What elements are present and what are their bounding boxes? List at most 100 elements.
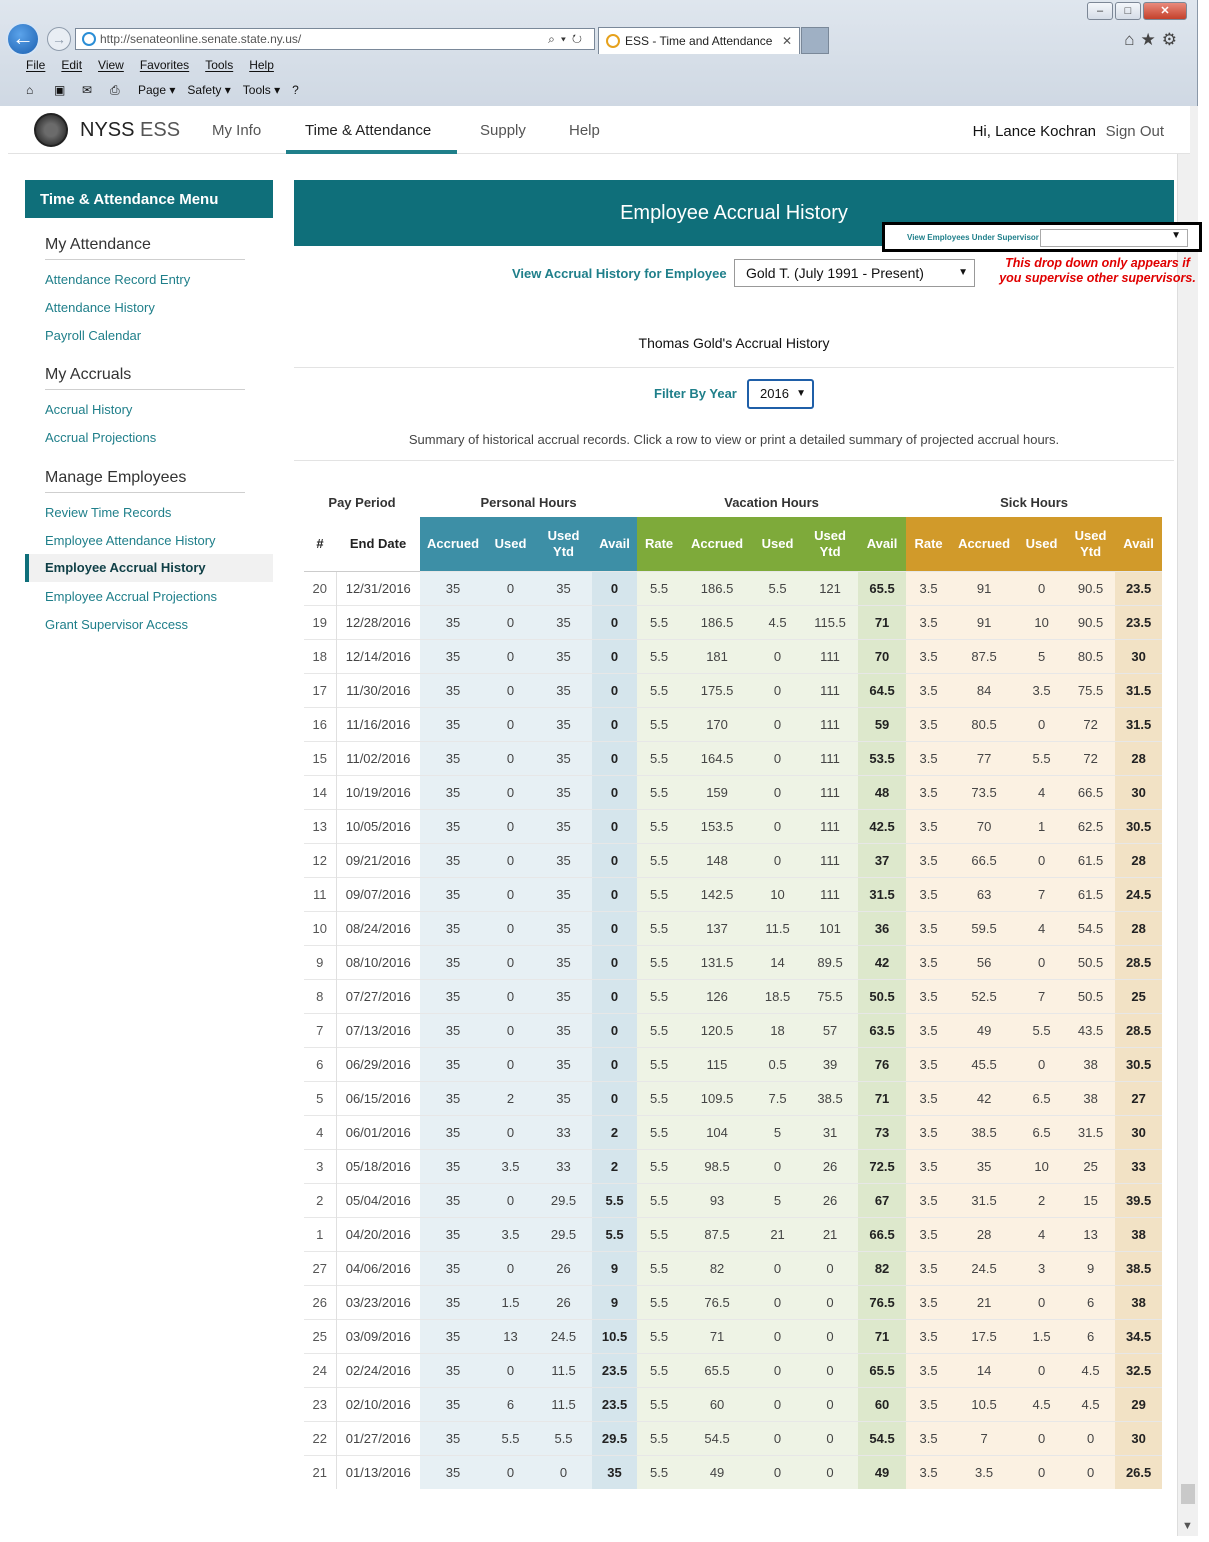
sidebar-item-payroll-calendar[interactable]: Payroll Calendar <box>45 328 141 343</box>
scroll-down-icon[interactable]: ▼ <box>1182 1520 1193 1532</box>
table-cell: 0 <box>486 1251 536 1285</box>
back-arrow-icon[interactable]: ← <box>6 22 40 56</box>
scrollbar-thumb[interactable] <box>1181 1484 1195 1504</box>
sidebar-item-review-time-records[interactable]: Review Time Records <box>45 505 171 520</box>
table-cell: 164.5 <box>681 741 754 775</box>
app-brand[interactable]: NYSS ESS <box>80 119 180 142</box>
nav-help[interactable]: Help <box>569 122 600 139</box>
table-cell: 0 <box>486 605 536 639</box>
menu-view[interactable]: View <box>98 58 124 72</box>
table-row[interactable]: 8 07/27/2016 35 0 35 0 5.5 126 18.5 75.5 50.5 3.5 52… <box>304 979 1163 1013</box>
supervisor-select-callout: View Employees Under Supervisor ▼ <box>882 222 1202 252</box>
new-tab-button[interactable] <box>801 27 829 54</box>
mail-icon[interactable]: ✉ <box>82 83 98 97</box>
table-row[interactable]: 23 02/10/2016 35 6 11.5 23.5 5.5 60 0 0 60 3.5 10.5 4… <box>304 1387 1163 1421</box>
forward-arrow-icon[interactable]: → <box>47 27 71 51</box>
table-row[interactable]: 17 11/30/2016 35 0 35 0 5.5 175.5 0 111 64.5 3.5 84 3… <box>304 673 1163 707</box>
menu-tools[interactable]: Tools <box>205 58 233 72</box>
sidebar-item-attendance-record-entry[interactable]: Attendance Record Entry <box>45 272 190 287</box>
table-cell: 3.5 <box>1017 673 1067 707</box>
card-title: Thomas Gold's Accrual History <box>294 319 1174 368</box>
table-row[interactable]: 26 03/23/2016 35 1.5 26 9 5.5 76.5 0 0 76.5 3.5 21 0 6… <box>304 1285 1163 1319</box>
table-row[interactable]: 16 11/16/2016 35 0 35 0 5.5 170 0 111 59 3.5 80.5 0 72… <box>304 707 1163 741</box>
table-cell: 3.5 <box>906 1149 952 1183</box>
column-header: Rate <box>906 517 952 571</box>
year-select[interactable]: 2016 ▼ <box>747 379 814 409</box>
sidebar-item-employee-accrual-projections[interactable]: Employee Accrual Projections <box>45 589 217 604</box>
cmd-page[interactable]: Page ▾ <box>138 83 175 97</box>
sidebar-item-grant-supervisor-access[interactable]: Grant Supervisor Access <box>45 617 188 632</box>
tab-close-icon[interactable]: ✕ <box>782 28 792 54</box>
table-row[interactable]: 21 01/13/2016 35 0 0 35 5.5 49 0 0 49 3.5 3.5 0 0 26.5 <box>304 1455 1163 1489</box>
table-row[interactable]: 20 12/31/2016 35 0 35 0 5.5 186.5 5.5 121 65.5 3.5 9… <box>304 571 1163 605</box>
address-bar[interactable]: http://senateonline.senate.state.ny.us/ … <box>75 28 595 50</box>
home-icon[interactable]: ⌂ <box>26 83 42 97</box>
table-cell: 35 <box>535 1081 593 1115</box>
table-row[interactable]: 7 07/13/2016 35 0 35 0 5.5 120.5 18 57 63.5 3.5 49 5.… <box>304 1013 1163 1047</box>
table-row[interactable]: 12 09/21/2016 35 0 35 0 5.5 148 0 111 37 3.5 66.5 0 61… <box>304 843 1163 877</box>
table-cell: 38.5 <box>1115 1251 1163 1285</box>
table-cell: 0 <box>592 707 638 741</box>
table-cell: 186.5 <box>681 571 754 605</box>
table-row[interactable]: 11 09/07/2016 35 0 35 0 5.5 142.5 10 111 31.5 3.5 63… <box>304 877 1163 911</box>
table-cell: 35 <box>535 911 593 945</box>
table-row[interactable]: 15 11/02/2016 35 0 35 0 5.5 164.5 0 111 53.5 3.5 77 5… <box>304 741 1163 775</box>
sidebar-item-attendance-history[interactable]: Attendance History <box>45 300 155 315</box>
menu-favorites[interactable]: Favorites <box>140 58 189 72</box>
table-cell: 5.5 <box>637 1149 682 1183</box>
table-row[interactable]: 27 04/06/2016 35 0 26 9 5.5 82 0 0 82 3.5 24.5 3 9 38.5 <box>304 1251 1163 1285</box>
sidebar-item-employee-accrual-history[interactable]: Employee Accrual History <box>25 554 273 582</box>
help-icon[interactable]: ? <box>292 83 308 97</box>
table-cell: 30 <box>1115 775 1163 809</box>
nav-supply[interactable]: Supply <box>480 122 526 139</box>
sidebar-item-accrual-projections[interactable]: Accrual Projections <box>45 430 156 445</box>
sidebar-item-accrual-history[interactable]: Accrual History <box>45 402 132 417</box>
maximize-icon[interactable]: □ <box>1115 2 1141 20</box>
chevron-down-icon: ▼ <box>796 388 806 399</box>
menu-help[interactable]: Help <box>249 58 274 72</box>
table-row[interactable]: 22 01/27/2016 35 5.5 5.5 29.5 5.5 54.5 0 0 54.5 3.5… <box>304 1421 1163 1455</box>
table-row[interactable]: 24 02/24/2016 35 0 11.5 23.5 5.5 65.5 0 0 65.5 3.5 1… <box>304 1353 1163 1387</box>
cmd-safety[interactable]: Safety ▾ <box>187 83 230 97</box>
feeds-icon[interactable]: ▣ <box>54 83 70 97</box>
table-row[interactable]: 25 03/09/2016 35 13 24.5 10.5 5.5 71 0 0 71 3.5 17.5… <box>304 1319 1163 1353</box>
print-icon[interactable]: ⎙ <box>110 83 126 97</box>
table-cell: 15 <box>304 741 337 775</box>
search-refresh-icons[interactable]: ⌕▾↻ <box>548 29 588 49</box>
cmd-tools[interactable]: Tools ▾ <box>243 83 280 97</box>
supervisor-select[interactable]: ▼ <box>1040 229 1188 247</box>
minimize-icon[interactable]: – <box>1087 2 1113 20</box>
table-row[interactable]: 3 05/18/2016 35 3.5 33 2 5.5 98.5 0 26 72.5 3.5 35 10… <box>304 1149 1163 1183</box>
menu-file[interactable]: File <box>26 58 45 72</box>
nav-time-attendance[interactable]: Time & Attendance <box>305 122 431 139</box>
table-cell: 26 <box>535 1251 593 1285</box>
sign-out-link[interactable]: Sign Out <box>1106 123 1164 140</box>
table-row[interactable]: 1 04/20/2016 35 3.5 29.5 5.5 5.5 87.5 21 21 66.5 3.… <box>304 1217 1163 1251</box>
table-row[interactable]: 9 08/10/2016 35 0 35 0 5.5 131.5 14 89.5 42 3.5 56 0 5… <box>304 945 1163 979</box>
browser-tab[interactable]: ESS - Time and Attendance ✕ <box>598 27 800 54</box>
table-row[interactable]: 19 12/28/2016 35 0 35 0 5.5 186.5 4.5 115.5 71 3.5 9… <box>304 605 1163 639</box>
table-cell: 5.5 <box>637 1183 682 1217</box>
table-row[interactable]: 18 12/14/2016 35 0 35 0 5.5 181 0 111 70 3.5 87.5 5 80… <box>304 639 1163 673</box>
sidebar-item-employee-attendance-history[interactable]: Employee Attendance History <box>45 533 216 548</box>
table-cell: 3.5 <box>906 1455 952 1489</box>
table-row[interactable]: 14 10/19/2016 35 0 35 0 5.5 159 0 111 48 3.5 73.5 4 66… <box>304 775 1163 809</box>
table-row[interactable]: 2 05/04/2016 35 0 29.5 5.5 5.5 93 5 26 67 3.5 31.5 2 1… <box>304 1183 1163 1217</box>
nav-my-info[interactable]: My Info <box>212 122 261 139</box>
page-scrollbar[interactable]: ▼ <box>1177 106 1198 1536</box>
home-favorites-settings-icons[interactable]: ⌂★⚙ <box>1124 30 1183 50</box>
table-cell: 0 <box>486 843 536 877</box>
table-cell: 03/23/2016 <box>345 1294 411 1310</box>
table-cell: 60 <box>681 1387 754 1421</box>
table-row[interactable]: 5 06/15/2016 35 2 35 0 5.5 109.5 7.5 38.5 71 3.5 42 6… <box>304 1081 1163 1115</box>
menu-edit[interactable]: Edit <box>61 58 82 72</box>
table-cell: 4 <box>1017 775 1067 809</box>
employee-select[interactable]: Gold T. (July 1991 - Present) ▼ <box>734 259 975 287</box>
close-window-icon[interactable]: ✕ <box>1143 2 1187 20</box>
table-row[interactable]: 6 06/29/2016 35 0 35 0 5.5 115 0.5 39 76 3.5 45.5 0 38… <box>304 1047 1163 1081</box>
table-cell: 3.5 <box>906 1387 952 1421</box>
table-row[interactable]: 4 06/01/2016 35 0 33 2 5.5 104 5 31 73 3.5 38.5 6.5 31… <box>304 1115 1163 1149</box>
table-row[interactable]: 13 10/05/2016 35 0 35 0 5.5 153.5 0 111 42.5 3.5 70 1… <box>304 809 1163 843</box>
table-cell: 35 <box>420 809 487 843</box>
table-row[interactable]: 10 08/24/2016 35 0 35 0 5.5 137 11.5 101 36 3.5 59.5… <box>304 911 1163 945</box>
